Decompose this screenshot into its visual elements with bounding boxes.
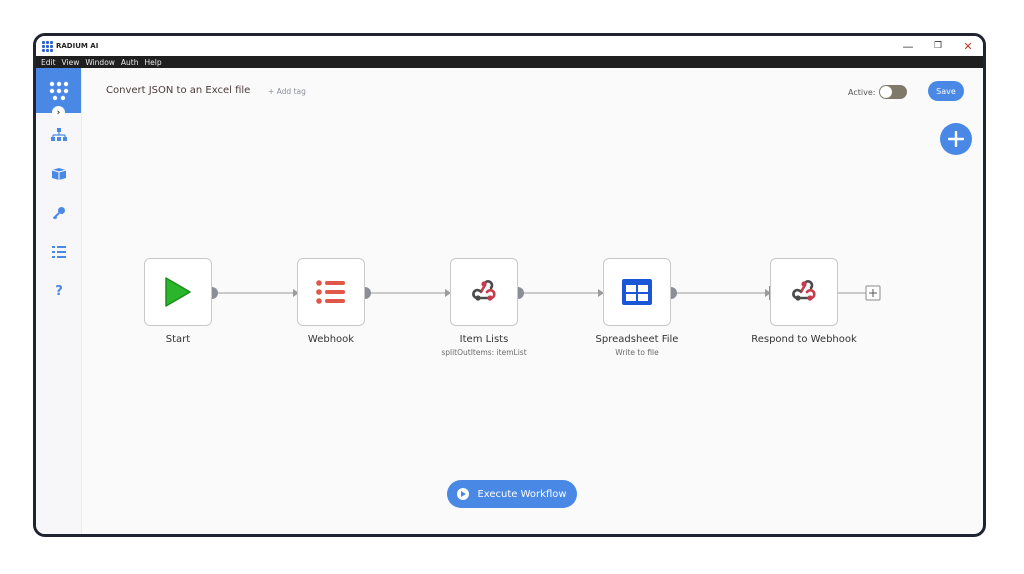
play-icon xyxy=(165,277,191,307)
node-respond-label: Respond to Webhook xyxy=(751,334,857,345)
connection-spreadsheet-respond[interactable] xyxy=(671,289,771,297)
sidebar-item-credentials[interactable] xyxy=(50,204,68,222)
add-next-node-button[interactable] xyxy=(865,285,881,301)
connection-start-webhook[interactable] xyxy=(212,289,299,297)
connection-lines xyxy=(206,285,881,301)
box-icon xyxy=(51,168,67,180)
node-start[interactable] xyxy=(144,258,212,326)
execute-workflow-label: Execute Workflow xyxy=(477,488,567,500)
menu-help[interactable]: Help xyxy=(145,58,162,67)
node-webhook-label: Webhook xyxy=(307,334,355,345)
webhook-icon xyxy=(472,280,496,301)
app-logo-icon xyxy=(42,41,53,52)
maximize-button[interactable]: ❐ xyxy=(923,36,953,56)
minimize-button[interactable]: — xyxy=(893,36,923,56)
app-window: RADIUM AI — ❐ ✕ Edit View Window Auth He… xyxy=(33,33,986,537)
node-item-lists[interactable] xyxy=(450,258,518,326)
title-bar: RADIUM AI — ❐ ✕ xyxy=(36,36,983,56)
connection-webhook-itemlists[interactable] xyxy=(365,289,451,297)
node-start-label: Start xyxy=(165,334,191,345)
help-icon[interactable]: ? xyxy=(50,282,68,300)
node-spreadsheet-label: Spreadsheet File xyxy=(595,334,679,345)
node-respond-to-webhook[interactable] xyxy=(770,258,838,326)
node-spreadsheet-file[interactable] xyxy=(603,258,671,326)
node-item-lists-label: Item Lists xyxy=(459,334,509,345)
menu-bar: Edit View Window Auth Help xyxy=(36,56,983,68)
sidebar-item-workflows[interactable] xyxy=(50,126,68,144)
node-webhook[interactable] xyxy=(297,258,365,326)
network-icon xyxy=(51,128,67,141)
play-circle-icon xyxy=(457,488,470,500)
menu-auth[interactable]: Auth xyxy=(121,58,139,67)
table-icon xyxy=(622,279,652,305)
webhook-icon xyxy=(792,280,816,301)
sidebar-item-templates[interactable] xyxy=(50,165,68,183)
list-icon xyxy=(316,280,345,304)
radium-logo-icon xyxy=(49,81,68,100)
key-icon xyxy=(52,207,65,220)
sidebar: › ? xyxy=(36,68,82,534)
sidebar-collapse-button[interactable]: › xyxy=(52,106,65,119)
node-item-lists-sublabel: splitOutItems: itemList xyxy=(441,348,527,357)
menu-view[interactable]: View xyxy=(62,58,80,67)
workflow-canvas[interactable]: Convert JSON to an Excel file + Add tag … xyxy=(81,68,983,534)
node-spreadsheet-sublabel: Write to file xyxy=(615,348,659,357)
menu-window[interactable]: Window xyxy=(85,58,115,67)
app-name: RADIUM AI xyxy=(56,42,99,50)
menu-edit[interactable]: Edit xyxy=(41,58,56,67)
execute-workflow-button[interactable]: Execute Workflow xyxy=(447,480,577,508)
list-check-icon xyxy=(52,246,66,258)
sidebar-item-executions[interactable] xyxy=(50,243,68,261)
close-button[interactable]: ✕ xyxy=(953,36,983,56)
connection-itemlists-spreadsheet[interactable] xyxy=(518,289,604,297)
